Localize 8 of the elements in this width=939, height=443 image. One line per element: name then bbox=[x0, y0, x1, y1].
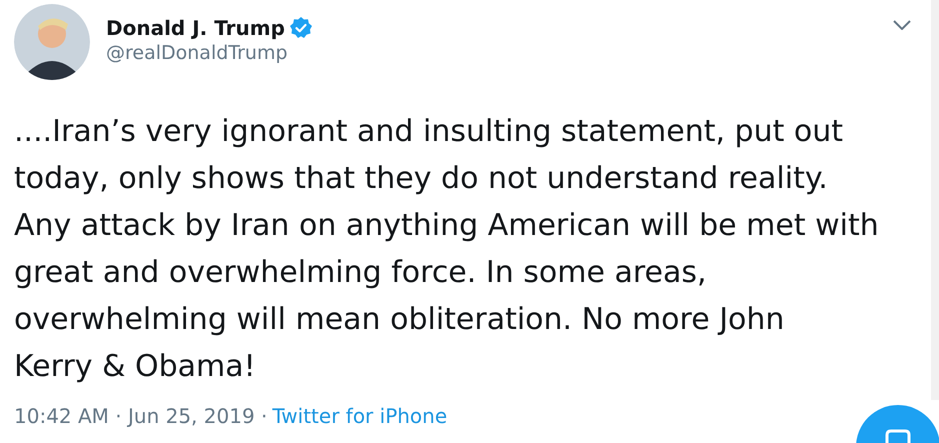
tweet-timestamp[interactable]: 10:42 AM · Jun 25, 2019 · bbox=[14, 404, 268, 428]
avatar[interactable] bbox=[14, 4, 90, 80]
compose-icon bbox=[885, 429, 911, 443]
author-handle[interactable]: @realDonaldTrump bbox=[106, 42, 313, 64]
source-link[interactable]: Twitter for iPhone bbox=[272, 404, 448, 428]
author-name[interactable]: Donald J. Trump bbox=[106, 16, 285, 40]
caret-icon[interactable] bbox=[891, 18, 913, 32]
tweet-text: ....Iran’s very ignorant and insulting statement, put out today, only shows that they do not understand reality. Any attack by Iran on anything American will be met with great and overwhelming force. In some areas, overwhelming will mean obliteration. No more John Kerry & Obama! bbox=[14, 113, 879, 386]
